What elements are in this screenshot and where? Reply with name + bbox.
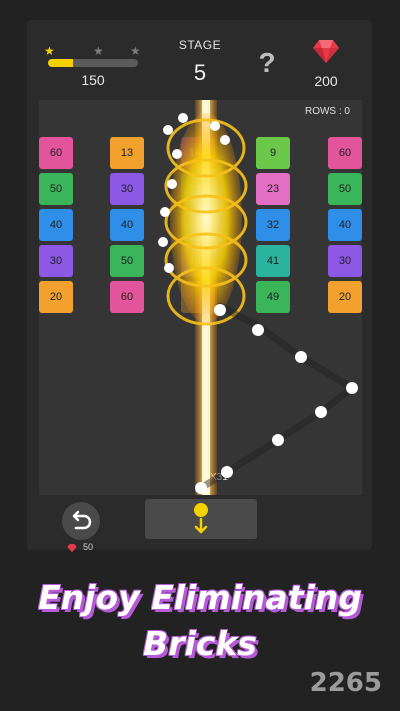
board-effects xyxy=(158,100,359,495)
ball-trail xyxy=(197,302,359,492)
star-icon: ★ xyxy=(93,44,104,58)
game-board[interactable]: ROWS : 0 6050403020133040506014013012013… xyxy=(39,100,362,495)
undo-cost: 50 xyxy=(83,542,94,552)
gem-icon[interactable] xyxy=(312,37,340,65)
ball-down-icon xyxy=(194,503,208,534)
undo-icon xyxy=(72,510,92,530)
stage-number: 5 xyxy=(193,60,207,85)
promo-subheadline: Bricks xyxy=(143,624,257,663)
stage-label: STAGE xyxy=(178,38,222,52)
gem-icon xyxy=(67,544,77,553)
star-icon: ★ xyxy=(130,44,141,58)
stage-stars: ★ ★ ★ xyxy=(44,44,141,58)
recall-balls-button[interactable] xyxy=(145,499,257,539)
star-icon: ★ xyxy=(44,44,55,58)
help-button[interactable]: ? xyxy=(252,47,282,79)
score-value: 150 xyxy=(81,72,105,88)
undo-button[interactable] xyxy=(62,502,100,540)
gem-count: 200 xyxy=(314,73,338,89)
promo-headline: Enjoy Eliminating xyxy=(38,578,362,617)
watermark-logo: 2265 xyxy=(309,668,382,698)
laser-explosion xyxy=(170,113,242,323)
score-progress-bar xyxy=(48,59,138,67)
score-progress-fill xyxy=(48,59,74,67)
